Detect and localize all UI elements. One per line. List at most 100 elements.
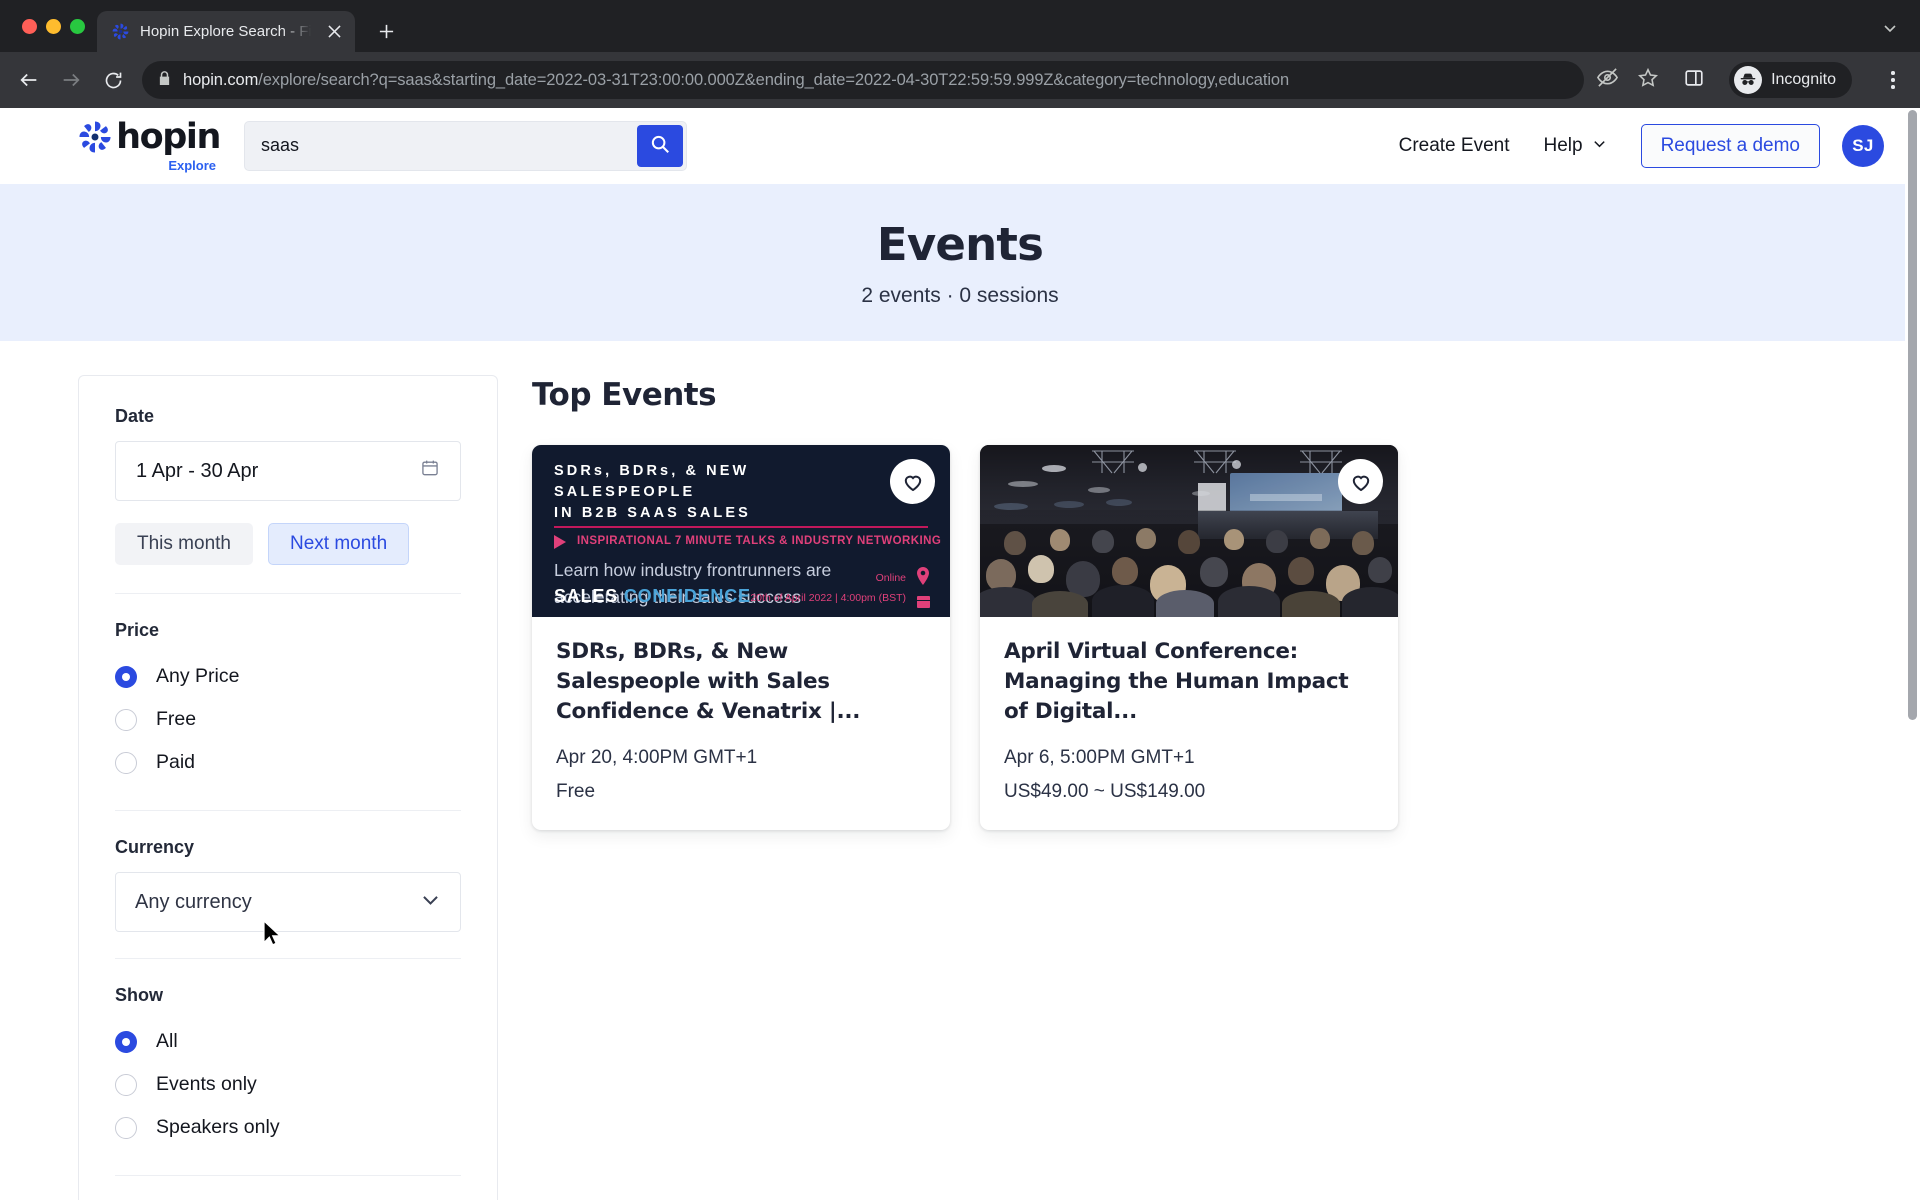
kebab-menu-icon[interactable] — [1878, 61, 1908, 99]
close-tab-button[interactable] — [323, 21, 345, 43]
radio-indicator — [115, 1030, 137, 1053]
results-heading: Top Events — [532, 377, 717, 413]
browser-window: Hopin Explore Search - Find Vir — [0, 0, 1920, 1200]
play-triangle-icon — [554, 535, 566, 549]
currency-value: Any currency — [135, 890, 252, 913]
filters-panel: Date 1 Apr - 30 Apr This month Next mont… — [78, 375, 498, 1200]
this-month-button[interactable]: This month — [115, 523, 253, 565]
tab-search-chevron-down-icon[interactable] — [1882, 20, 1898, 40]
page-viewport: hopin Explore Create Event — [0, 108, 1920, 1200]
sales-confidence-poster: SDRs, BDRs, & NEW SALESPEOPLE IN B2B SAAS … — [532, 445, 950, 617]
show-label: Show — [115, 985, 163, 1005]
calendar-icon — [420, 458, 440, 484]
radio-indicator — [115, 708, 137, 731]
event-title: SDRs, BDRs, & New Salespeople with Sales… — [556, 639, 861, 725]
close-window-button[interactable] — [22, 18, 37, 34]
window-traffic-lights — [14, 0, 97, 52]
event-date: Apr 20, 4:00PM GMT+1 — [556, 747, 758, 769]
price-option-paid[interactable]: Paid — [115, 741, 461, 784]
radio-label: Speakers only — [156, 1116, 280, 1138]
page-scrollbar[interactable] — [1905, 108, 1920, 1200]
show-option-speakers-only[interactable]: Speakers only — [115, 1106, 461, 1149]
search-bar[interactable] — [244, 120, 687, 171]
heart-icon[interactable] — [1338, 459, 1383, 504]
new-tab-button[interactable] — [369, 14, 403, 48]
chevron-down-icon — [420, 889, 441, 916]
incognito-indicator[interactable]: Incognito — [1729, 62, 1852, 98]
radio-label: Any Price — [156, 665, 240, 687]
calendar-icon — [917, 596, 930, 608]
forward-arrow-icon — [52, 61, 90, 99]
filter-currency: Currency Any currency — [115, 811, 461, 959]
radio-label: All — [156, 1030, 178, 1052]
browser-tab[interactable]: Hopin Explore Search - Find Vir — [97, 11, 355, 52]
radio-indicator — [115, 1073, 137, 1096]
price-label: Price — [115, 620, 160, 640]
date-range-field[interactable]: 1 Apr - 30 Apr — [115, 441, 461, 501]
filter-show: Show All Events only Speakers only — [115, 959, 461, 1176]
logo-subtitle: Explore — [168, 158, 216, 173]
page-body: Date 1 Apr - 30 Apr This month Next mont… — [0, 341, 1920, 1200]
site-header: hopin Explore Create Event — [0, 108, 1920, 184]
event-card[interactable]: SDRs, BDRs, & NEW SALESPEOPLE IN B2B SAAS … — [532, 445, 950, 831]
tab-title: Hopin Explore Search - Find Vir — [140, 23, 313, 40]
url-path: /explore/search?q=saas&starting_date=202… — [258, 70, 1290, 89]
poster-divider — [554, 526, 928, 528]
create-event-link[interactable]: Create Event — [1399, 135, 1510, 157]
event-date: Apr 6, 5:00PM GMT+1 — [1004, 747, 1195, 769]
show-option-all[interactable]: All — [115, 1020, 461, 1063]
date-range-value: 1 Apr - 30 Apr — [136, 459, 259, 482]
date-label: Date — [115, 406, 155, 426]
poster-headline: SDRs, BDRs, & NEW SALESPEOPLE IN B2B SAAS … — [554, 463, 751, 522]
page-title: Events — [876, 217, 1044, 271]
help-menu[interactable]: Help — [1544, 135, 1607, 157]
incognito-hat-glasses-icon — [1734, 66, 1763, 94]
currency-select[interactable]: Any currency — [115, 872, 461, 932]
radio-indicator — [115, 751, 137, 774]
search-icon — [649, 133, 671, 158]
conference-audience-photo — [980, 445, 1398, 617]
event-title: April Virtual Conference: Managing the H… — [1004, 639, 1349, 725]
heart-icon[interactable] — [890, 459, 935, 504]
side-panel-icon[interactable] — [1683, 67, 1705, 94]
filter-categories: Categories Technology Education — [115, 1176, 461, 1200]
eye-slash-icon[interactable] — [1596, 66, 1619, 94]
back-arrow-icon[interactable] — [10, 61, 48, 99]
lock-icon — [158, 71, 171, 89]
logo-wordmark: hopin — [116, 116, 221, 157]
show-option-events-only[interactable]: Events only — [115, 1063, 461, 1106]
radio-indicator — [115, 665, 137, 688]
price-option-free[interactable]: Free — [115, 698, 461, 741]
hopin-logo[interactable]: hopin Explore — [72, 116, 221, 173]
star-icon[interactable] — [1637, 67, 1659, 94]
poster-brand: SALES CONFIDENCE — [554, 586, 751, 606]
request-demo-button[interactable]: Request a demo — [1640, 123, 1820, 168]
incognito-label: Incognito — [1771, 71, 1836, 88]
currency-label: Currency — [115, 837, 195, 857]
radio-label: Free — [156, 708, 197, 730]
events-hero-banner: Events 2 events · 0 sessions — [0, 184, 1920, 341]
event-card[interactable]: April Virtual Conference: Managing the H… — [980, 445, 1398, 831]
price-option-any-price[interactable]: Any Price — [115, 655, 461, 698]
radio-label: Paid — [156, 751, 196, 773]
browser-toolbar: hopin.com/explore/search?q=saas&starting… — [0, 52, 1920, 108]
next-month-button[interactable]: Next month — [267, 523, 410, 565]
search-button[interactable] — [637, 124, 683, 167]
minimize-window-button[interactable] — [46, 18, 61, 34]
poster-location: Online — [875, 572, 906, 584]
search-input[interactable] — [248, 124, 637, 167]
reload-icon[interactable] — [94, 61, 132, 99]
scrollbar-thumb[interactable] — [1908, 110, 1917, 720]
chevron-down-icon — [1592, 135, 1607, 157]
address-bar[interactable]: hopin.com/explore/search?q=saas&starting… — [142, 61, 1585, 99]
tab-strip: Hopin Explore Search - Find Vir — [0, 0, 1920, 52]
maximize-window-button[interactable] — [70, 18, 85, 34]
results-count: 2 events · 0 sessions — [861, 283, 1059, 307]
avatar[interactable]: SJ — [1842, 124, 1884, 167]
event-price: Free — [556, 781, 596, 803]
hopin-pinwheel-icon — [76, 118, 114, 156]
hopin-favicon-icon — [111, 22, 130, 41]
event-card-image: SDRs, BDRs, & NEW SALESPEOPLE IN B2B SAAS … — [532, 445, 950, 617]
event-price: US$49.00 ~ US$149.00 — [1004, 781, 1206, 803]
toolbar-actions: Incognito — [1596, 61, 1908, 99]
